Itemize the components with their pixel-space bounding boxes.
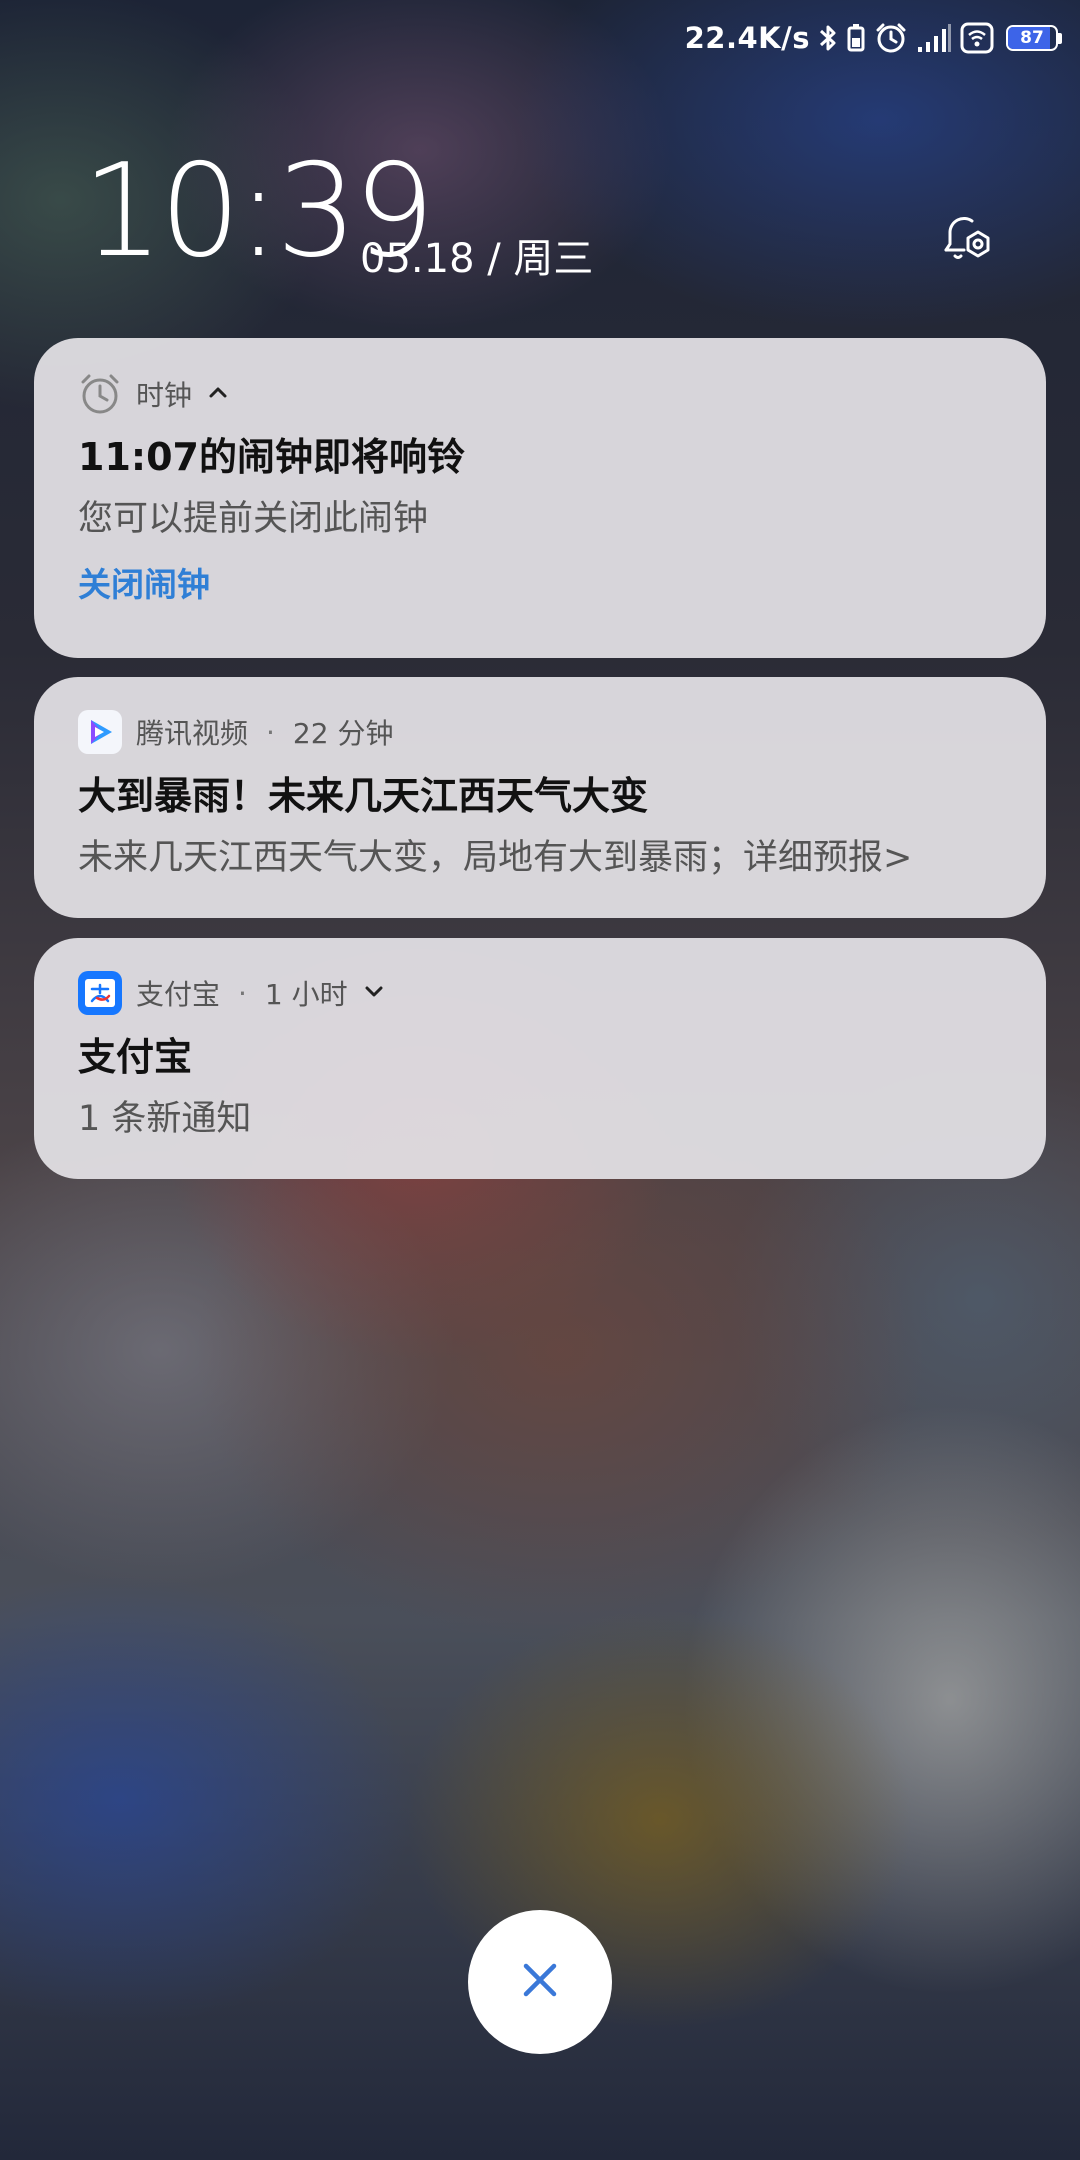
notification-body: 未来几天江西天气大变，局地有大到暴雨；详细预报> [78,838,913,878]
dismiss-alarm-button[interactable]: 关闭闹钟 [78,558,210,606]
net-speed: 22.4K/s [684,21,810,55]
notification-body: 1 条新通知 [78,1099,252,1139]
notification-app-name: 支付宝 [136,978,221,1011]
notification-body: 您可以提前关闭此闹钟 [78,499,429,539]
clear-notifications-button[interactable] [468,1910,612,2054]
notification-tencent-video[interactable]: 腾讯视频 · 22 分钟 大到暴雨！未来几天江西天气大变 未来几天江西天气大变，… [34,677,1046,918]
notification-time: 1 小时 [264,978,348,1011]
alipay-icon [78,971,122,1015]
alarm-icon [874,21,908,55]
notification-app-name: 时钟 [136,379,193,412]
battery-saver-icon [846,22,866,54]
tencent-video-icon [78,710,122,754]
chevron-down-icon[interactable] [362,977,386,1010]
wifi-icon [960,22,994,54]
notification-header: 时钟 [78,372,230,416]
bluetooth-icon [818,22,838,54]
notification-title: 大到暴雨！未来几天江西天气大变 [78,774,649,818]
notification-title: 支付宝 [78,1035,193,1079]
clock-app-icon [78,372,122,416]
notification-time: 22 分钟 [292,717,394,750]
notification-clock[interactable]: 时钟 11:07的闹钟即将响铃 您可以提前关闭此闹钟 关闭闹钟 [34,338,1046,658]
battery-icon: 87 [1006,25,1062,51]
status-bar: 22.4K/s 87 [685,14,1062,62]
notification-settings-icon[interactable] [938,210,996,268]
notification-alipay[interactable]: 支付宝 · 1 小时 支付宝 1 条新通知 [34,938,1046,1179]
notification-title: 11:07的闹钟即将响铃 [78,435,465,479]
chevron-up-icon[interactable] [206,378,230,411]
signal-icon [916,23,952,53]
notification-header: 支付宝 · 1 小时 [78,971,386,1015]
notification-app-name: 腾讯视频 [136,717,249,750]
close-icon [518,1958,562,2006]
lockscreen-date: 05.18 / 周三 [360,236,594,282]
notification-header: 腾讯视频 · 22 分钟 [78,710,393,754]
battery-level: 87 [1020,28,1044,48]
